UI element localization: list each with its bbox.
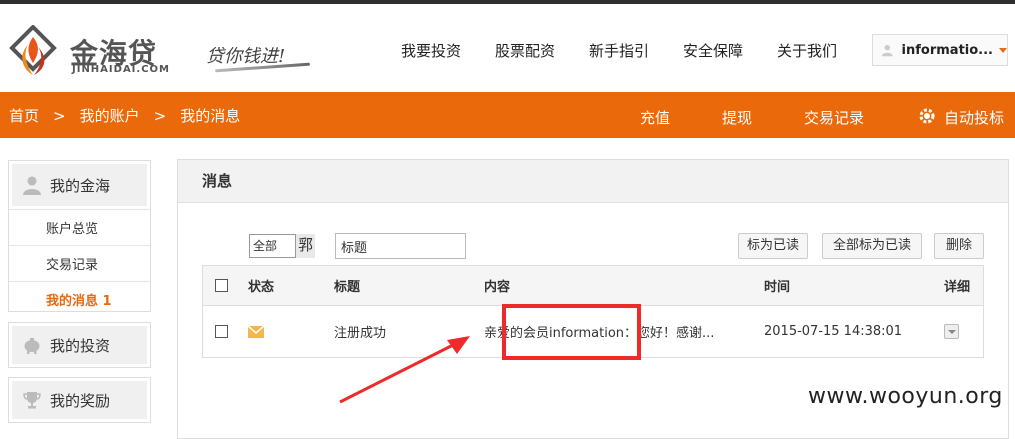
chevron-down-icon <box>999 47 1007 53</box>
sidebar-heading-label: 我的金海 <box>50 176 111 195</box>
withdraw-link[interactable]: 提现 <box>722 107 752 128</box>
nav-stock-allocation[interactable]: 股票配资 <box>495 40 555 61</box>
mark-all-read-button[interactable]: 全部标为已读 <box>822 233 922 259</box>
recharge-link[interactable]: 充值 <box>640 107 670 128</box>
trophy-icon <box>23 392 41 409</box>
site-header: 金海贷 JINHAIDAI.COM 贷你钱进! 我要投资 股票配资 新手指引 安… <box>0 4 1015 92</box>
sidebar-section-my-jinhai: 我的金海 账户总览 交易记录 我的消息 1 <box>8 160 151 312</box>
nav-security[interactable]: 安全保障 <box>683 40 743 61</box>
panel-title: 消息 <box>178 160 1008 203</box>
user-menu[interactable]: informatio... <box>872 34 1008 66</box>
red-arrow-annotation <box>339 336 470 404</box>
select-all-checkbox[interactable] <box>215 279 228 292</box>
brand-slogan: 贷你钱进! <box>206 46 286 67</box>
column-detail: 详细 <box>944 280 971 295</box>
sidebar-item-transactions[interactable]: 交易记录 <box>9 245 150 281</box>
message-time: 2015-07-15 14:38:01 <box>764 324 903 339</box>
sidebar-heading-my-jinhai[interactable]: 我的金海 <box>12 164 147 206</box>
column-content: 内容 <box>484 280 511 295</box>
chevron-down-icon <box>947 329 956 334</box>
breadcrumb: 首页 > 我的账户 > 我的消息 <box>9 105 254 126</box>
column-title: 标题 <box>334 280 361 295</box>
sidebar-section-my-rewards: 我的奖励 <box>8 377 151 423</box>
column-time: 时间 <box>764 280 791 295</box>
user-icon <box>881 44 893 57</box>
breadcrumb-home[interactable]: 首页 <box>9 107 39 125</box>
breadcrumb-my-messages[interactable]: 我的消息 <box>180 107 240 125</box>
watermark: www.wooyun.org <box>808 384 1003 409</box>
sidebar-heading-my-investments[interactable]: 我的投资 <box>12 326 147 364</box>
piggy-bank-icon <box>24 338 40 354</box>
expand-detail-button[interactable] <box>944 324 959 339</box>
auto-bid-link[interactable]: 自动投标 <box>944 107 1004 128</box>
title-search-input[interactable] <box>335 233 466 259</box>
nav-beginner-guide[interactable]: 新手指引 <box>589 40 649 61</box>
highlight-box <box>502 304 641 360</box>
sidebar-heading-label: 我的投资 <box>50 336 111 355</box>
column-status: 状态 <box>248 280 275 295</box>
flame-logo-icon[interactable] <box>8 25 58 81</box>
sidebar-item-account-overview[interactable]: 账户总览 <box>9 209 150 245</box>
sidebar-heading-label: 我的奖励 <box>50 391 111 410</box>
select-dropdown-glyph[interactable]: 郛 <box>295 234 315 258</box>
brand-domain: JINHAIDAI.COM <box>72 64 170 75</box>
row-checkbox[interactable] <box>215 325 228 338</box>
orange-nav-bar: 首页 > 我的账户 > 我的消息 充值 提现 交易记录 自动投标 <box>0 92 1015 138</box>
nav-about-us[interactable]: 关于我们 <box>777 40 837 61</box>
mark-read-button[interactable]: 标为已读 <box>738 233 808 259</box>
nav-invest[interactable]: 我要投资 <box>401 40 461 61</box>
breadcrumb-my-account[interactable]: 我的账户 <box>80 107 140 125</box>
breadcrumb-separator: > <box>153 107 167 125</box>
gear-icon <box>919 108 935 124</box>
sidebar-item-my-messages[interactable]: 我的消息 1 <box>9 281 150 317</box>
table-header: 状态 标题 内容 时间 详细 <box>203 266 983 306</box>
transactions-link[interactable]: 交易记录 <box>804 107 864 128</box>
envelope-icon <box>248 325 264 338</box>
breadcrumb-separator: > <box>53 107 66 125</box>
delete-button[interactable]: 删除 <box>934 233 984 259</box>
user-icon <box>23 176 41 195</box>
user-name: informatio... <box>901 42 993 58</box>
sidebar-section-my-investments: 我的投资 <box>8 322 151 368</box>
sidebar-heading-my-rewards[interactable]: 我的奖励 <box>12 381 147 419</box>
